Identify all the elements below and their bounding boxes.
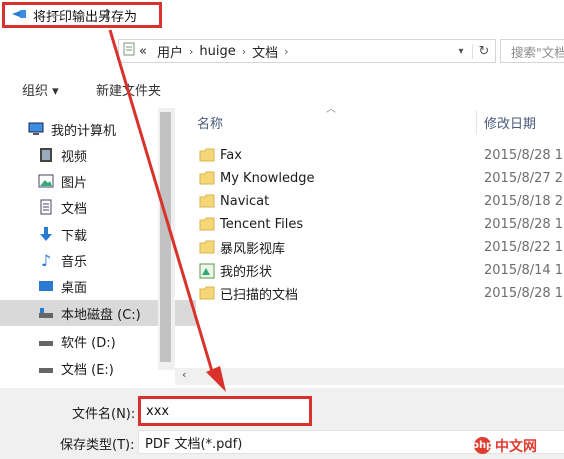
toolbar [0, 72, 564, 106]
file-row[interactable]: Navicat 2015/8/18 2 [196, 190, 564, 213]
file-name: 已扫描的文档 [220, 288, 299, 303]
folder-icon [199, 171, 215, 185]
search-input[interactable]: 搜索"文档" [500, 39, 564, 63]
document-icon [38, 199, 54, 215]
watermark: php 中文网 [472, 432, 564, 459]
file-row[interactable]: Tencent Files 2015/8/28 1 [196, 213, 564, 236]
scroll-left-icon[interactable]: ‹ [182, 368, 186, 381]
drive-icon [38, 305, 54, 321]
file-row[interactable]: 已扫描的文档 2015/8/28 1 [196, 282, 564, 305]
dropdown-icon[interactable]: ▾ [450, 46, 472, 57]
chevron-right-icon[interactable]: › [189, 45, 193, 58]
filename-input[interactable] [138, 396, 312, 426]
file-name: 我的形状 [220, 265, 273, 280]
column-divider[interactable] [476, 110, 477, 134]
folder-icon [199, 217, 215, 231]
desktop-icon [38, 278, 54, 294]
file-date: 2015/8/28 1 [484, 217, 564, 232]
file-name: My Knowledge [220, 171, 315, 186]
watermark-text: 中文网 [495, 438, 537, 455]
video-icon [38, 147, 54, 163]
file-row[interactable]: 我的形状 2015/8/14 1 [196, 259, 564, 282]
filename-label: 文件名(N): [72, 407, 136, 422]
forward-button[interactable]: → [68, 4, 90, 26]
refresh-icon[interactable]: ↻ [472, 43, 495, 59]
column-header-date[interactable]: 修改日期 [484, 108, 564, 136]
file-date: 2015/8/18 2 [484, 194, 564, 209]
address-bar[interactable]: « 用户 › huige › 文档 › ▾ ↻ [118, 39, 496, 63]
filetype-value: PDF 文档(*.pdf) [145, 436, 243, 452]
folder-icon [199, 286, 215, 300]
nav-item-label: 软件 (D:) [61, 335, 116, 351]
filetype-label: 保存类型(T): [60, 438, 135, 453]
nav-item-label: 本地磁盘 (C:) [61, 307, 141, 323]
back-button[interactable]: ← [46, 4, 68, 26]
breadcrumb-item[interactable]: huige [199, 44, 235, 59]
music-icon: ♪ [40, 250, 52, 270]
folder-icon [199, 240, 215, 254]
list-horizontal-scrollbar[interactable] [175, 368, 564, 385]
column-header-label: 修改日期 [484, 116, 537, 132]
nav-item-label: 文档 [61, 201, 88, 217]
arrow-up-icon: ↑ [100, 6, 114, 24]
drive-icon [38, 360, 54, 376]
nav-item-label: 文档 (E:) [61, 362, 114, 378]
picture-icon [38, 173, 54, 189]
organize-button[interactable]: 组织 ▾ [22, 80, 59, 99]
file-date: 2015/8/28 1 [484, 286, 564, 301]
nav-item-label: 桌面 [61, 280, 88, 296]
drive-icon [38, 333, 54, 349]
new-folder-button[interactable]: 新建文件夹 [96, 80, 161, 99]
nav-item-label: 图片 [61, 175, 88, 191]
column-header-name[interactable]: 名称 [197, 108, 475, 136]
printer-icon [11, 8, 27, 23]
nav-item-label: 视频 [61, 149, 88, 165]
chevron-right-icon[interactable]: › [284, 45, 288, 58]
column-header-label: 名称 [197, 116, 224, 132]
breadcrumb-item[interactable]: 用户 [157, 42, 183, 61]
file-row[interactable]: 暴风影视库 2015/8/22 1 [196, 236, 564, 259]
file-date: 2015/8/14 1 [484, 263, 564, 278]
nav-item-label: 音乐 [61, 254, 88, 270]
download-icon [38, 226, 54, 242]
chevron-right-icon[interactable]: › [242, 45, 246, 58]
computer-icon [28, 121, 44, 137]
folder-doc-icon [123, 42, 135, 60]
file-date: 2015/8/27 2 [484, 171, 564, 186]
nav-scrollbar-thumb[interactable] [160, 112, 171, 362]
file-date: 2015/8/22 1 [484, 240, 564, 255]
file-name: Navicat [220, 194, 270, 209]
arrow-right-icon: → [72, 6, 86, 24]
file-name: 暴风影视库 [220, 242, 286, 257]
file-date: 2015/8/28 1 [484, 148, 564, 163]
nav-item-label: 下载 [61, 228, 88, 244]
nav-item-label: 我的计算机 [51, 123, 117, 139]
file-row[interactable]: My Knowledge 2015/8/27 2 [196, 167, 564, 190]
file-name: Fax [220, 148, 242, 163]
file-name: Tencent Files [220, 217, 304, 232]
search-placeholder: 搜索"文档" [511, 44, 564, 60]
shapes-folder-icon [199, 263, 215, 279]
file-row[interactable]: Fax 2015/8/28 1 [196, 144, 564, 167]
breadcrumb-item[interactable]: 文档 [252, 42, 278, 61]
folder-icon [199, 148, 215, 162]
php-logo-icon: php [472, 437, 493, 454]
breadcrumb-overflow[interactable]: « [139, 44, 147, 59]
up-button[interactable]: ↑ [96, 4, 118, 26]
arrow-left-icon: ← [50, 6, 64, 24]
folder-icon [199, 194, 215, 208]
